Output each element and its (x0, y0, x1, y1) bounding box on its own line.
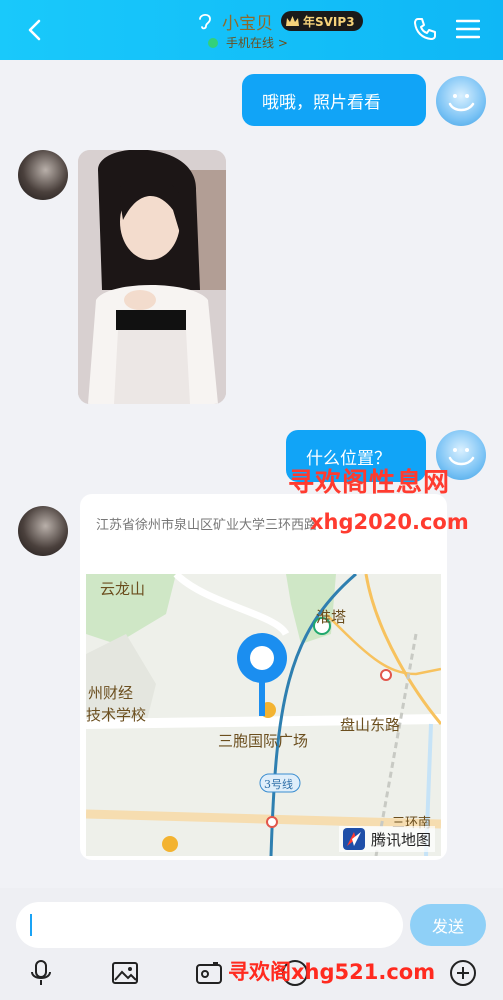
send-button[interactable]: 发送 (410, 904, 486, 946)
self-avatar[interactable] (436, 76, 486, 126)
chat-header: 小宝贝 年SVIP3 手机在线 > (0, 0, 503, 60)
menu-icon[interactable] (456, 18, 480, 40)
watermark-url: xhg2020.com (310, 510, 469, 534)
map-label: 盘山东路 (340, 716, 401, 734)
map-brand: 腾讯地图 (338, 826, 435, 852)
camera-icon[interactable] (194, 958, 224, 988)
map-preview[interactable]: 云龙山 淮塔 州财经 技术学校 三胞国际广场 盘山东路 3号线 三环南 腾讯地图 (86, 574, 441, 856)
watermark-text: 寻欢阁性息网 (288, 468, 451, 498)
map-label: 技术学校 (86, 706, 147, 724)
crown-icon (286, 16, 299, 26)
watermark-bottom: 寻欢阁xhg521.com (228, 960, 436, 984)
plus-icon[interactable] (448, 958, 478, 988)
portrait-photo (78, 150, 226, 404)
location-address: 江苏省徐州市泉山区矿业大学三环西路 (96, 518, 318, 533)
peer-avatar[interactable] (18, 150, 68, 200)
microphone-icon[interactable] (26, 958, 56, 988)
map-label: 淮塔 (316, 608, 347, 626)
message-text: 哦哦，照片看看 (262, 92, 381, 113)
back-arrow-icon[interactable] (24, 18, 48, 42)
text-caret (30, 914, 32, 936)
map-brand-label: 腾讯地图 (370, 830, 431, 849)
vip-badge: 年SVIP3 (281, 11, 363, 31)
image-icon[interactable] (110, 958, 140, 988)
online-status[interactable]: 手机在线 > (208, 34, 288, 51)
compass-logo-icon (342, 828, 365, 850)
online-status-label: 手机在线 > (226, 36, 288, 50)
map-label: 云龙山 (100, 580, 146, 598)
phone-icon[interactable] (412, 16, 438, 42)
message-input[interactable] (16, 902, 403, 948)
photo-message[interactable] (78, 150, 226, 404)
contact-name: 小宝贝 (222, 13, 273, 34)
map-label: 州财经 (88, 684, 134, 702)
send-button-label: 发送 (431, 917, 464, 936)
map-label: 三胞国际广场 (218, 732, 309, 750)
ear-icon (199, 13, 211, 30)
vip-badge-label: 年SVIP3 (303, 14, 355, 29)
peer-avatar[interactable] (18, 506, 68, 556)
map-label: 3号线 (264, 778, 293, 791)
message-bubble-self[interactable]: 哦哦，照片看看 (242, 74, 426, 126)
online-dot-icon (208, 37, 218, 48)
smile-avatar-icon (448, 94, 475, 112)
chat-title[interactable]: 小宝贝 年SVIP3 (194, 8, 363, 34)
location-message[interactable]: 江苏省徐州市泉山区矿业大学三环西路 云龙山 淮塔 州财经 技术学校 三胞国际广场… (80, 494, 447, 860)
